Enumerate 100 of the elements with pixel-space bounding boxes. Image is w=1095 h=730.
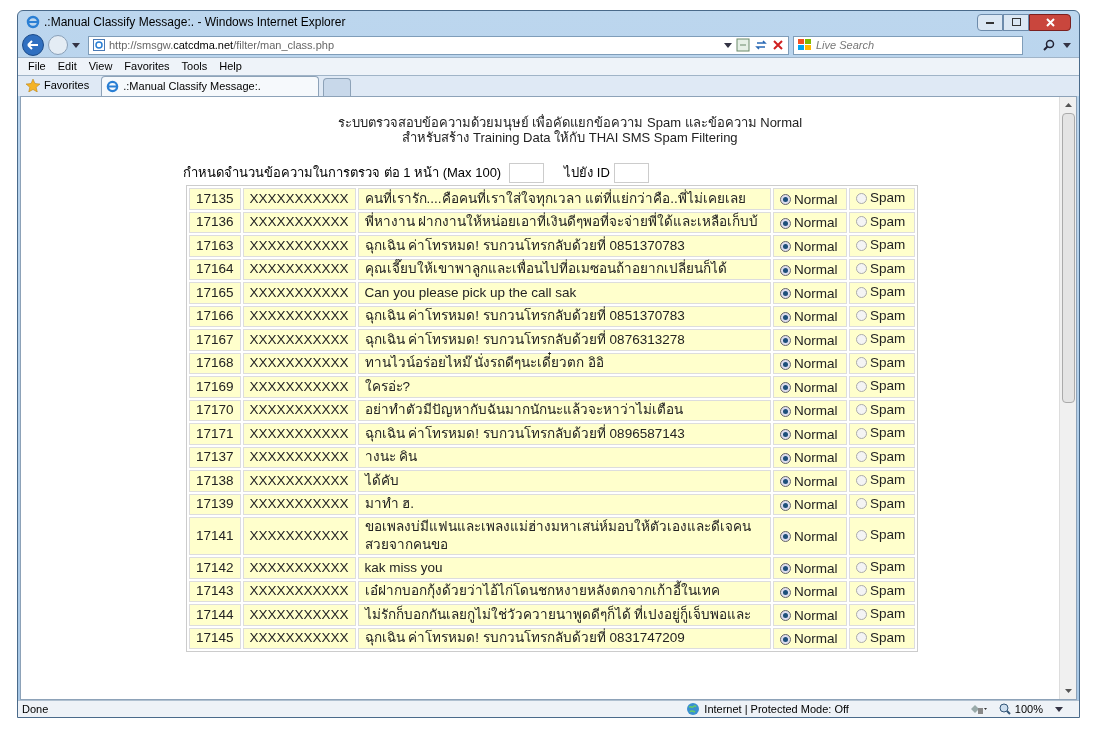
id-cell: 17142: [189, 557, 241, 579]
id-cell: 17137: [189, 446, 241, 468]
phone-cell: XXXXXXXXXXX: [242, 258, 356, 280]
phone-cell: XXXXXXXXXXX: [242, 423, 356, 445]
message-cell: ฉุกเฉิน ค่าโทรหมด! รบกวนโทรกลับด้วยที่ 0896587143: [357, 423, 771, 445]
id-cell: 17165: [189, 282, 241, 304]
phone-cell: XXXXXXXXXXX: [242, 211, 356, 233]
message-cell: ได้คับ: [357, 470, 771, 492]
message-cell: ขอเพลงบ่มีแฟนและเพลงแม่ฮ่างมหาเสน่ห์มอบให้ตัวเองและดีเจคนสวยจากคนขอ: [357, 517, 771, 555]
phone-cell: XXXXXXXXXXX: [242, 188, 356, 210]
message-cell: ฉุกเฉิน ค่าโทรหมด! รบกวนโทรกลับด้วยที่ 0851370783: [357, 305, 771, 327]
message-cell: ไม่รักก็บอกกันเลยกูไม่ใช่วัวควายนาพูดดีๆก็ได้ ที่เปงอยู่กู็เจ็บพอและ: [357, 604, 771, 626]
browser-logo-icon: [106, 80, 120, 93]
address-field[interactable]: http://smsgw.catcdma.net/filter/man_class.php: [88, 35, 789, 55]
id-cell: 17136: [189, 211, 241, 233]
maximize-icon: [1011, 18, 1021, 26]
search-input: Live Search: [816, 36, 1018, 54]
search-field[interactable]: Live Search: [793, 35, 1023, 55]
menu-item[interactable]: Help: [213, 58, 248, 75]
id-cell: 17171: [189, 423, 241, 445]
dropdown-icon[interactable]: [72, 42, 80, 48]
menu-item[interactable]: Favorites: [118, 58, 176, 75]
phone-cell: XXXXXXXXXXX: [242, 493, 356, 515]
phone-cell: XXXXXXXXXXX: [242, 604, 356, 626]
message-cell: างนะ คิน: [357, 446, 771, 468]
zoom-icon: [998, 703, 1011, 715]
phone-cell: XXXXXXXXXXX: [242, 399, 356, 421]
status-text: Done: [22, 701, 49, 717]
phone-cell: XXXXXXXXXXX: [242, 470, 356, 492]
window-title: .:Manual Classify Message:. - Windows Internet Explorer: [44, 14, 346, 31]
search-provider-icon: [798, 39, 812, 51]
phone-cell: XXXXXXXXXXX: [242, 329, 356, 351]
id-cell: 17141: [189, 517, 241, 555]
dropdown-icon: [1055, 706, 1063, 712]
phone-cell: XXXXXXXXXXX: [242, 352, 356, 374]
back-button[interactable]: [22, 34, 44, 56]
dropdown-icon[interactable]: [724, 42, 732, 48]
id-cell: 17139: [189, 493, 241, 515]
id-cell: 17168: [189, 352, 241, 374]
phone-cell: XXXXXXXXXXX: [242, 580, 356, 602]
menu-item[interactable]: Edit: [51, 58, 83, 75]
id-cell: 17166: [189, 305, 241, 327]
id-cell: 17167: [189, 329, 241, 351]
scrollbar[interactable]: [1059, 97, 1076, 699]
id-cell: 17135: [189, 188, 241, 210]
phone-cell: XXXXXXXXXXX: [242, 376, 356, 398]
phone-cell: XXXXXXXXXXX: [242, 557, 356, 579]
zoom-button[interactable]: 100%: [998, 700, 1063, 717]
phone-cell: XXXXXXXXXXX: [242, 235, 356, 257]
browser-logo-icon: [26, 15, 40, 29]
menu-item[interactable]: View: [82, 58, 119, 75]
per-page-label: กำหนดจำนวนข้อความในการตรวจ ต่อ 1 หน้า (Max 100): [183, 164, 502, 183]
phone-cell: XXXXXXXXXXX: [242, 517, 356, 555]
minimize-button[interactable]: [977, 13, 1003, 31]
message-cell: คนที่เรารัก....คือคนที่เราใส่ใจทุกเวลา แต่ที่แย่กว่าคือ..พี่ไม่เคยเลย: [357, 188, 771, 210]
goto-id-field[interactable]: [613, 163, 649, 183]
page-heading: ระบบตรวจสอบข้อความด้วยมนุษย์ เพื่อคัดแยกข้อความ Spam และข้อความ Normal: [337, 115, 803, 130]
message-cell: ฉุกเฉิน ค่าโทรหมด! รบกวนโทรกลับด้วยที่ 0831747209: [357, 627, 771, 649]
id-cell: 17144: [189, 604, 241, 626]
id-cell: 17143: [189, 580, 241, 602]
phone-cell: XXXXXXXXXXX: [242, 446, 356, 468]
id-cell: 17163: [189, 235, 241, 257]
scroll-down-icon[interactable]: [1064, 689, 1072, 693]
star-icon: [26, 79, 40, 92]
message-cell: เอ๋ฝากบอกกุ้งด้วยว่าไอ้ไก่โดนชกหงายหลังตกจากเก้าอี้ในเทค: [357, 580, 771, 602]
menu-item[interactable]: File: [22, 58, 52, 75]
back-arrow-icon: [27, 40, 39, 50]
message-cell: Can you please pick up the call sak: [357, 282, 771, 304]
maximize-button[interactable]: [1003, 13, 1029, 31]
message-cell: อย่าทำตัวมีปัญหากับฉันมากนักนะแล้วจะหาว่าไม่เตือน: [357, 399, 771, 421]
dropdown-icon[interactable]: [1063, 42, 1071, 48]
per-page-field[interactable]: [509, 163, 545, 183]
id-cell: 17170: [189, 399, 241, 421]
security-zone-text: Internet | Protected Mode: Off: [704, 701, 849, 717]
message-cell: ทานไวน์อร่อยไหม๊ นั่งรถดีๆนะเดี๋ยวตก อิอิ: [357, 352, 771, 374]
id-cell: 17145: [189, 627, 241, 649]
message-cell: ใครอ่ะ?: [357, 376, 771, 398]
refresh-icon[interactable]: [754, 38, 768, 52]
search-icon[interactable]: [1043, 39, 1055, 51]
goto-id-label: ไปยัง ID: [564, 164, 610, 183]
close-button[interactable]: [1029, 13, 1071, 31]
page-heading: สำหรับสร้าง Training Data ให้กับ THAI SMS Spam Filtering: [402, 130, 738, 145]
message-cell: kak miss you: [357, 557, 771, 579]
message-cell: คุณเจี๊ยบให้เขาพาลูกและเพื่อนไปที่อเมซอนถ้าอยากเปลี่ยนก็ได้: [357, 258, 771, 280]
tab[interactable]: .:Manual Classify Message:.: [101, 76, 320, 96]
page-icon: [93, 39, 105, 51]
stop-icon[interactable]: [772, 39, 784, 51]
message-cell: ฉุกเฉิน ค่าโทรหมด! รบกวนโทรกลับด้วยที่ 0876313278: [357, 329, 771, 351]
menu-item[interactable]: Tools: [175, 58, 214, 75]
phone-cell: XXXXXXXXXXX: [242, 305, 356, 327]
minimize-icon: [986, 20, 994, 24]
id-cell: 17164: [189, 258, 241, 280]
message-cell: พี่หางาน ฝากงานให้หน่อยเอาที่เงินดีๆพอที่จะจ่ายพี่ใด้และเหลือเก็บบ้: [357, 211, 771, 233]
phone-cell: XXXXXXXXXXX: [242, 282, 356, 304]
favorites-button[interactable]: Favorites: [22, 76, 94, 95]
message-cell: มาทำ ฮ.: [357, 493, 771, 515]
id-cell: 17138: [189, 470, 241, 492]
id-cell: 17169: [189, 376, 241, 398]
scroll-up-icon[interactable]: [1064, 103, 1072, 107]
scroll-thumb[interactable]: [1061, 113, 1075, 403]
